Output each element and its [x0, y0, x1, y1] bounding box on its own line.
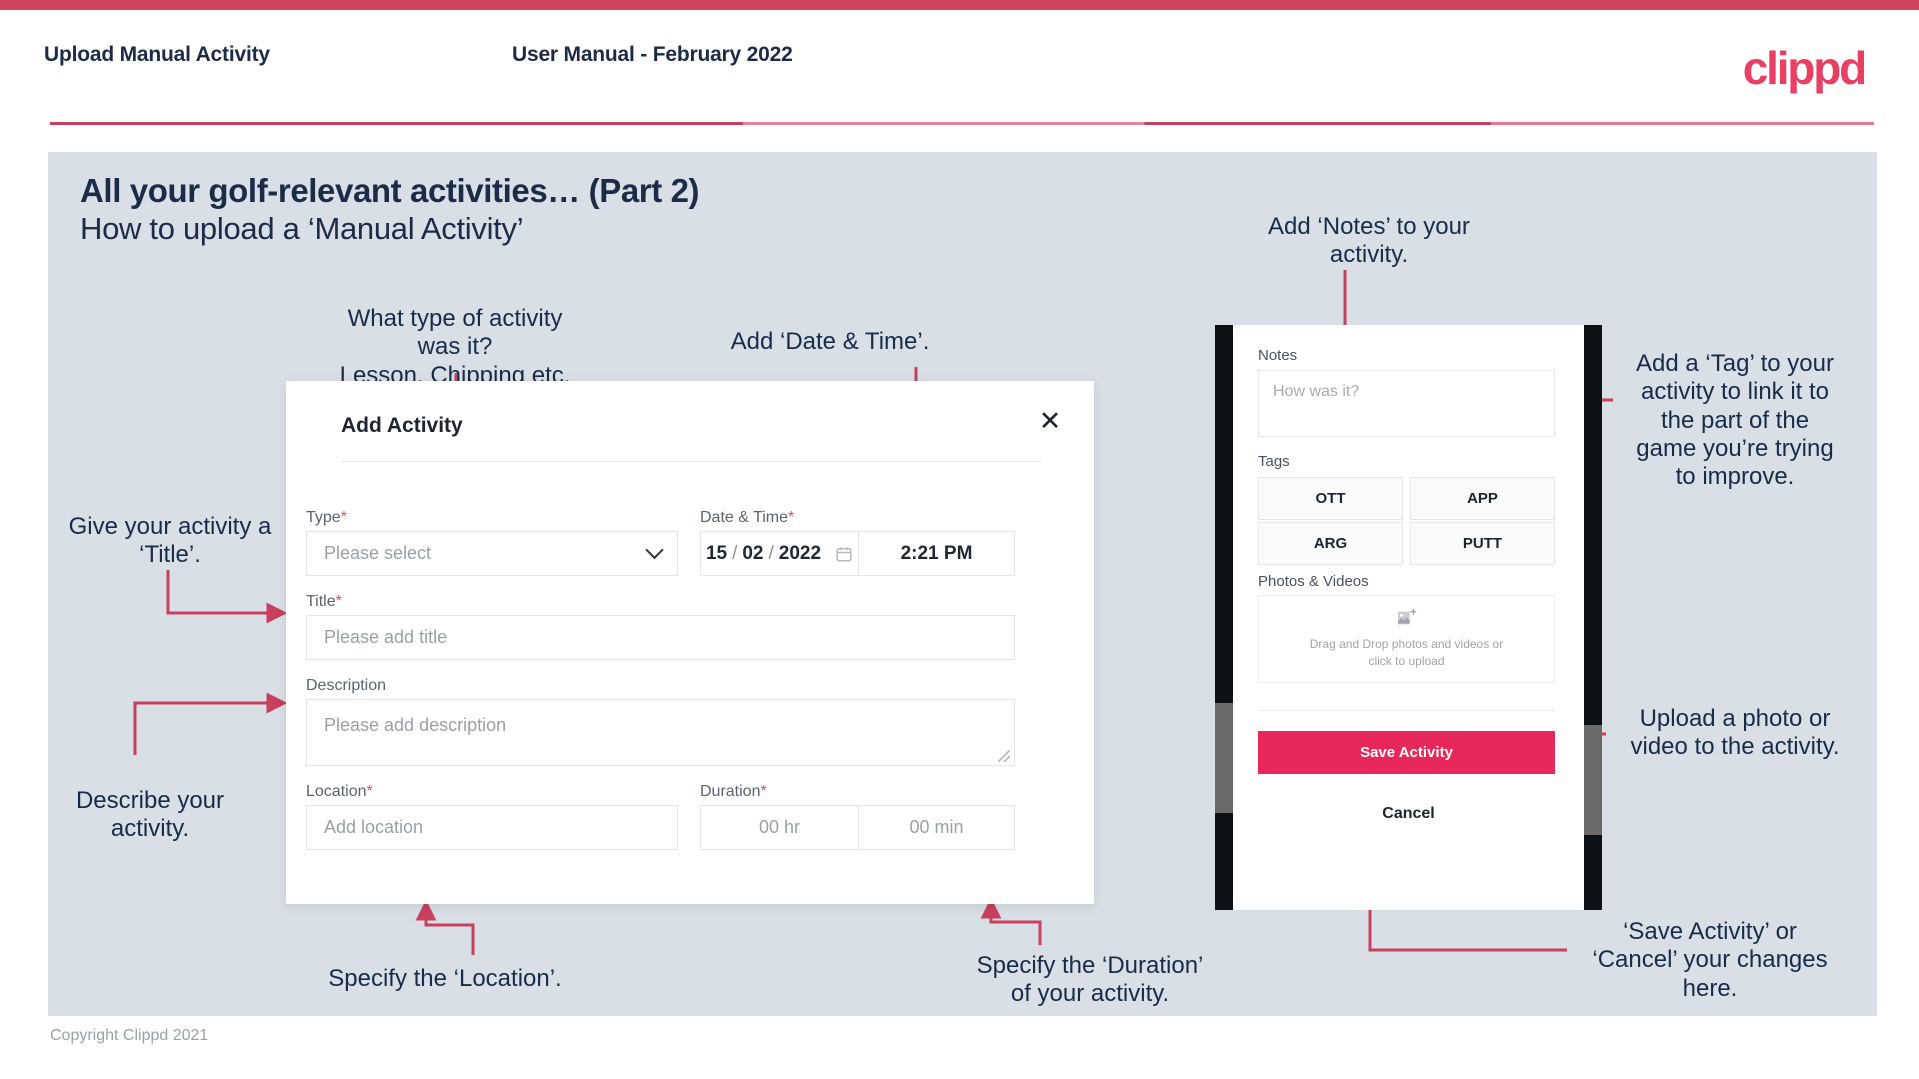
phone-divider — [1258, 710, 1555, 711]
tag-label-putt: PUTT — [1462, 535, 1503, 552]
photo-dropzone[interactable]: Drag and Drop photos and videos or click… — [1258, 595, 1555, 683]
date-month: 02 — [742, 542, 764, 564]
duration-hours-placeholder: 00 hr — [758, 817, 801, 837]
type-label: Type* — [306, 509, 347, 527]
tag-label-app: APP — [1467, 490, 1498, 507]
annotation-save-cancel: ‘Save Activity’ or ‘Cancel’ your changes h… — [1592, 918, 1828, 1002]
duration-required-mark: * — [760, 783, 767, 800]
phone-side-button-left — [1215, 703, 1233, 813]
dropzone-line-1: Drag and Drop photos and videos or — [1309, 636, 1504, 651]
location-label-text: Location — [306, 783, 367, 800]
tag-label-ott: OTT — [1315, 490, 1346, 507]
time-value: 2:21 PM — [900, 542, 973, 564]
annotation-type: What type of activity was it? Lesson, Chi… — [339, 305, 571, 389]
duration-label: Duration* — [700, 783, 767, 801]
tag-button-putt[interactable]: PUTT — [1410, 522, 1555, 565]
cancel-button[interactable]: Cancel — [1233, 805, 1584, 823]
phone-side-button-right — [1584, 725, 1602, 835]
notes-label: Notes — [1258, 347, 1298, 364]
date-sep-2: / — [768, 542, 774, 564]
location-placeholder: Add location — [324, 817, 424, 837]
duration-minutes-placeholder: 00 min — [909, 817, 964, 837]
description-label: Description — [306, 677, 386, 695]
time-input[interactable]: 2:21 PM — [859, 531, 1015, 576]
type-required-mark: * — [340, 509, 347, 526]
annotation-duration: Specify the ‘Duration’ of your activity. — [976, 952, 1204, 1008]
add-image-icon — [1397, 608, 1416, 624]
close-icon[interactable]: ✕ — [1033, 404, 1067, 438]
modal-divider — [341, 461, 1041, 462]
title-required-mark: * — [335, 593, 342, 610]
title-label: Title* — [306, 593, 342, 611]
notes-textarea[interactable]: How was it? — [1258, 370, 1555, 437]
annotation-photos: Upload a photo or video to the activity. — [1630, 705, 1840, 761]
location-required-mark: * — [366, 783, 373, 800]
description-textarea[interactable]: Please add description — [306, 699, 1015, 766]
annotation-datetime: Add ‘Date & Time’. — [730, 328, 930, 355]
slide-page: Upload Manual Activity User Manual - Feb… — [0, 0, 1919, 1079]
duration-label-text: Duration — [700, 783, 761, 800]
annotation-title: Give your activity a ‘Title’. — [68, 513, 272, 569]
annotation-tags: Add a ‘Tag’ to your activity to link it t… — [1636, 350, 1834, 491]
date-day: 15 — [705, 542, 728, 564]
type-label-text: Type — [306, 509, 341, 526]
type-select[interactable]: Please select — [306, 531, 678, 576]
phone-bezel-right — [1584, 325, 1602, 910]
description-label-text: Description — [306, 677, 387, 694]
title-input[interactable]: Please add title — [306, 615, 1015, 660]
datetime-required-mark: * — [788, 509, 795, 526]
date-input[interactable]: 15 / 02 / 2022 — [700, 531, 859, 576]
dropzone-text: Drag and Drop photos and videos or click… — [1310, 636, 1503, 671]
tags-label: Tags — [1258, 453, 1290, 470]
phone-bezel-left — [1215, 325, 1233, 910]
duration-minutes-input[interactable]: 00 min — [859, 805, 1015, 850]
location-label: Location* — [306, 783, 373, 801]
tag-button-app[interactable]: APP — [1410, 477, 1555, 520]
page-subtitle: How to upload a ‘Manual Activity’ — [80, 211, 524, 246]
add-activity-modal: Add Activity ✕ Type* Please select Date … — [286, 381, 1094, 904]
title-placeholder: Please add title — [324, 627, 448, 647]
clippd-logo: clippd — [1742, 42, 1867, 94]
top-accent-bar — [0, 0, 1919, 10]
save-activity-button[interactable]: Save Activity — [1258, 731, 1555, 774]
modal-title: Add Activity — [341, 414, 463, 437]
annotation-description: Describe your activity. — [75, 787, 225, 843]
tag-button-arg[interactable]: ARG — [1258, 522, 1403, 565]
dropzone-line-2: click to upload — [1368, 654, 1445, 668]
calendar-icon[interactable] — [835, 545, 853, 563]
phone-screen: Notes How was it? Tags OTT APP ARG PUTT … — [1233, 325, 1584, 910]
save-activity-label: Save Activity — [1360, 744, 1453, 761]
resize-grip-icon[interactable] — [998, 750, 1010, 762]
title-label-text: Title — [306, 593, 336, 610]
photos-label: Photos & Videos — [1258, 573, 1369, 590]
tag-button-ott[interactable]: OTT — [1258, 477, 1403, 520]
duration-hours-input[interactable]: 00 hr — [700, 805, 859, 850]
date-year: 2022 — [778, 542, 822, 564]
location-input[interactable]: Add location — [306, 805, 678, 850]
header-left-title: Upload Manual Activity — [44, 43, 270, 66]
annotation-notes: Add ‘Notes’ to your activity. — [1268, 213, 1470, 269]
header-divider — [50, 122, 1874, 125]
datetime-label-text: Date & Time — [700, 509, 789, 526]
copyright-text: Copyright Clippd 2021 — [50, 1027, 209, 1044]
cancel-label: Cancel — [1382, 805, 1435, 822]
date-sep-1: / — [732, 542, 738, 564]
type-placeholder: Please select — [324, 543, 432, 563]
page-title: All your golf-relevant activities… (Part… — [80, 172, 700, 209]
datetime-label: Date & Time* — [700, 509, 794, 527]
tag-label-arg: ARG — [1313, 535, 1348, 552]
notes-placeholder: How was it? — [1273, 383, 1360, 400]
header-center-title: User Manual - February 2022 — [512, 43, 793, 66]
annotation-location: Specify the ‘Location’. — [328, 965, 562, 992]
chevron-down-icon — [645, 540, 664, 559]
phone-mockup: Notes How was it? Tags OTT APP ARG PUTT … — [1215, 325, 1602, 910]
description-placeholder: Please add description — [324, 715, 507, 735]
